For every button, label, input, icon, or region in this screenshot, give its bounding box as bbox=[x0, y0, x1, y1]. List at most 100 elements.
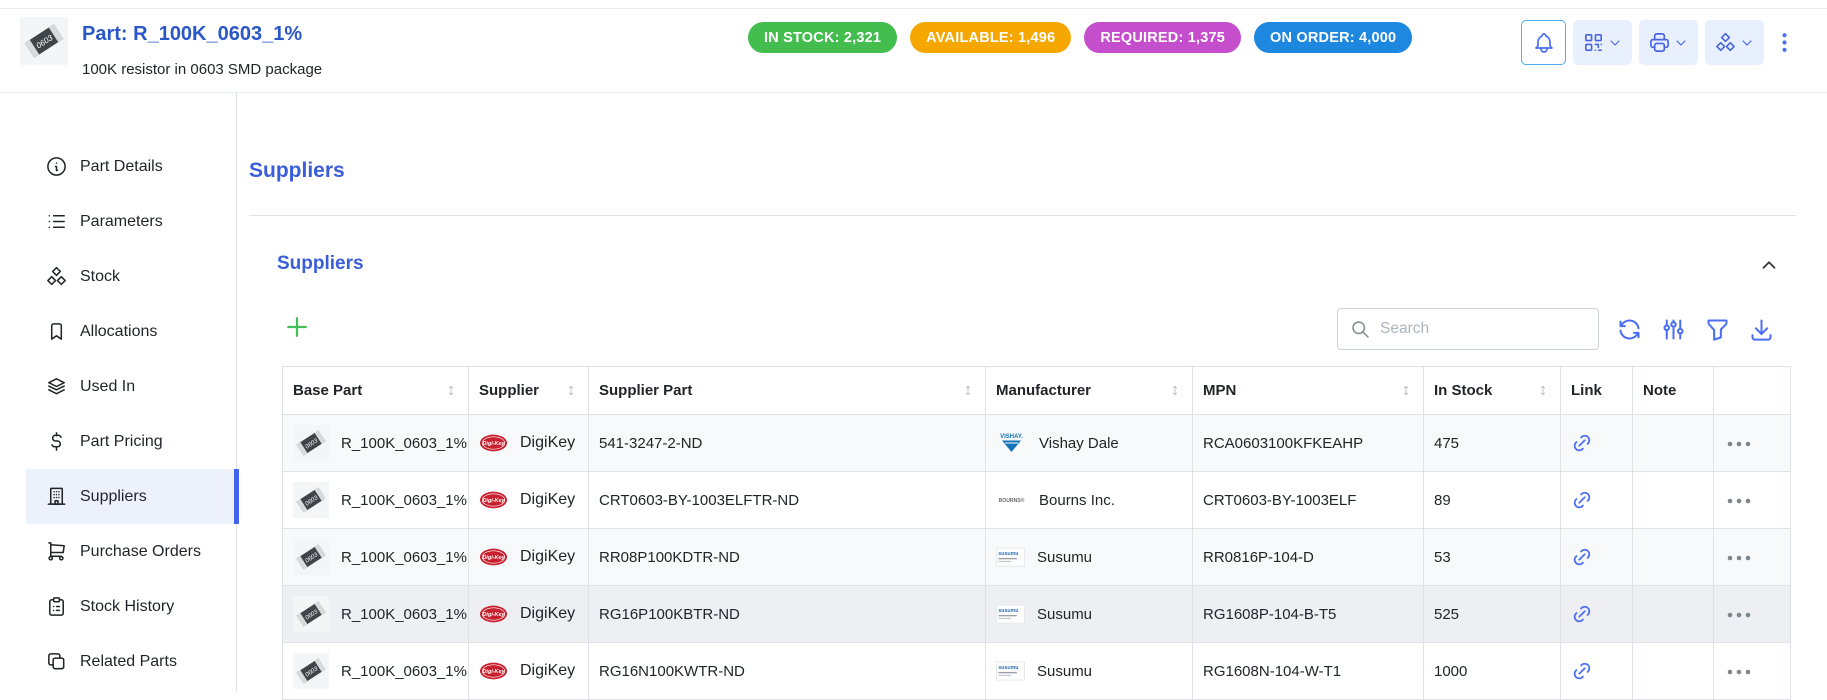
mpn-value: RG1608N-104-W-T1 bbox=[1193, 643, 1424, 700]
supplier-name[interactable]: DigiKey bbox=[520, 491, 575, 509]
manufacturer-name[interactable]: Susumu bbox=[1037, 663, 1092, 680]
external-link-icon[interactable] bbox=[1571, 546, 1593, 568]
barcode-actions-button[interactable] bbox=[1573, 20, 1632, 65]
sort-icon[interactable] bbox=[1399, 383, 1413, 398]
suppliers-panel: Suppliers bbox=[249, 215, 1796, 692]
susumu-logo-icon bbox=[996, 661, 1025, 681]
table-toolbar bbox=[1337, 308, 1775, 350]
print-actions-button[interactable] bbox=[1639, 20, 1698, 65]
manufacturer-name[interactable]: Vishay Dale bbox=[1039, 435, 1119, 452]
stock-actions-button[interactable] bbox=[1705, 20, 1764, 65]
sidebar-item-label: Related Parts bbox=[80, 653, 177, 671]
supplier-name[interactable]: DigiKey bbox=[520, 605, 575, 623]
filter-button[interactable] bbox=[1704, 316, 1731, 343]
part-thumbnail bbox=[293, 653, 329, 689]
part-thumbnail bbox=[293, 425, 329, 461]
column-header-manufacturer[interactable]: Manufacturer bbox=[986, 367, 1193, 415]
column-header-mpn[interactable]: MPN bbox=[1193, 367, 1424, 415]
supplier-parts-table: Base Part Supplier Supplier Part Manufac… bbox=[282, 366, 1791, 700]
manufacturer-name[interactable]: Susumu bbox=[1037, 549, 1092, 566]
sidebar-item-allocations[interactable]: Allocations bbox=[26, 304, 236, 359]
in-stock-value: 525 bbox=[1424, 586, 1561, 643]
part-thumbnail bbox=[293, 596, 329, 632]
table-header-row: Base Part Supplier Supplier Part Manufac… bbox=[283, 367, 1791, 415]
base-part-name[interactable]: R_100K_0603_1% bbox=[341, 663, 467, 680]
add-supplier-part-button[interactable] bbox=[282, 312, 312, 342]
row-actions-button[interactable] bbox=[1724, 666, 1754, 678]
base-part-name[interactable]: R_100K_0603_1% bbox=[341, 435, 467, 452]
row-actions-button[interactable] bbox=[1724, 495, 1754, 507]
collapse-panel-button[interactable] bbox=[1758, 254, 1780, 276]
notifications-button[interactable] bbox=[1521, 20, 1566, 65]
sidebar-item-parameters[interactable]: Parameters bbox=[26, 194, 236, 249]
table-row[interactable]: R_100K_0603_1% DigiKey RG16N100KWTR-ND S… bbox=[283, 643, 1791, 700]
table-row[interactable]: R_100K_0603_1% DigiKey RR08P100KDTR-ND S… bbox=[283, 529, 1791, 586]
sidebar-item-suppliers[interactable]: Suppliers bbox=[26, 469, 236, 524]
sort-icon[interactable] bbox=[1536, 383, 1550, 398]
digikey-logo-icon bbox=[479, 604, 508, 624]
column-header-base-part[interactable]: Base Part bbox=[283, 367, 469, 415]
refresh-button[interactable] bbox=[1616, 316, 1643, 343]
in-stock-value: 1000 bbox=[1424, 643, 1561, 700]
sidebar-item-purchase-orders[interactable]: Purchase Orders bbox=[26, 524, 236, 579]
part-image[interactable] bbox=[20, 17, 68, 65]
column-settings-button[interactable] bbox=[1660, 316, 1687, 343]
base-part-name[interactable]: R_100K_0603_1% bbox=[341, 549, 467, 566]
search-field[interactable] bbox=[1337, 308, 1599, 350]
manufacturer-name[interactable]: Susumu bbox=[1037, 606, 1092, 623]
row-actions-button[interactable] bbox=[1724, 438, 1754, 450]
column-header-in-stock[interactable]: In Stock bbox=[1424, 367, 1561, 415]
list-icon bbox=[45, 210, 68, 233]
sort-icon[interactable] bbox=[961, 383, 975, 398]
external-link-icon[interactable] bbox=[1571, 489, 1593, 511]
base-part-name[interactable]: R_100K_0603_1% bbox=[341, 606, 467, 623]
sidebar-item-used-in[interactable]: Used In bbox=[26, 359, 236, 414]
table-row[interactable]: R_100K_0603_1% DigiKey CRT0603-BY-1003EL… bbox=[283, 472, 1791, 529]
chevron-down-icon bbox=[1739, 35, 1755, 51]
supplier-name[interactable]: DigiKey bbox=[520, 434, 575, 452]
download-button[interactable] bbox=[1748, 316, 1775, 343]
sidebar-item-part-pricing[interactable]: Part Pricing bbox=[26, 414, 236, 469]
chevron-down-icon bbox=[1673, 35, 1689, 51]
row-actions-button[interactable] bbox=[1724, 609, 1754, 621]
more-menu-button[interactable] bbox=[1771, 20, 1797, 65]
refresh-icon bbox=[1616, 316, 1643, 343]
sort-icon[interactable] bbox=[1168, 383, 1182, 398]
manufacturer-name[interactable]: Bourns Inc. bbox=[1039, 492, 1115, 509]
note-cell bbox=[1633, 529, 1714, 586]
external-link-icon[interactable] bbox=[1571, 432, 1593, 454]
sidebar-item-part-details[interactable]: Part Details bbox=[26, 139, 236, 194]
clipboard-icon bbox=[45, 595, 68, 618]
copy-icon bbox=[45, 650, 68, 673]
column-header-supplier-part[interactable]: Supplier Part bbox=[589, 367, 986, 415]
sidebar-item-stock[interactable]: Stock bbox=[26, 249, 236, 304]
supplier-part-number: RG16P100KBTR-ND bbox=[589, 586, 986, 643]
search-icon bbox=[1350, 319, 1371, 340]
sort-icon[interactable] bbox=[564, 383, 578, 398]
base-part-name[interactable]: R_100K_0603_1% bbox=[341, 492, 467, 509]
digikey-logo-icon bbox=[479, 433, 508, 453]
mpn-value: RR0816P-104-D bbox=[1193, 529, 1424, 586]
adjustments-icon bbox=[1660, 316, 1687, 343]
external-link-icon[interactable] bbox=[1571, 660, 1593, 682]
column-header-supplier[interactable]: Supplier bbox=[469, 367, 589, 415]
search-input[interactable] bbox=[1380, 320, 1586, 338]
part-header: Part: R_100K_0603_1% 100K resistor in 06… bbox=[0, 9, 1827, 93]
external-link-icon[interactable] bbox=[1571, 603, 1593, 625]
sidebar-item-label: Allocations bbox=[80, 323, 157, 341]
row-actions-button[interactable] bbox=[1724, 552, 1754, 564]
sidebar-item-related-parts[interactable]: Related Parts bbox=[26, 634, 236, 689]
table-row[interactable]: R_100K_0603_1% DigiKey RG16P100KBTR-ND S… bbox=[283, 586, 1791, 643]
printer-icon bbox=[1648, 31, 1671, 54]
supplier-name[interactable]: DigiKey bbox=[520, 662, 575, 680]
sort-icon[interactable] bbox=[444, 383, 458, 398]
on-order-badge: ON ORDER: 4,000 bbox=[1254, 22, 1412, 53]
part-thumbnail bbox=[293, 539, 329, 575]
page-part-title: Part: R_100K_0603_1% bbox=[82, 23, 302, 46]
sidebar-item-stock-history[interactable]: Stock History bbox=[26, 579, 236, 634]
stack-icon bbox=[45, 375, 68, 398]
available-badge: AVAILABLE: 1,496 bbox=[910, 22, 1071, 53]
table-row[interactable]: R_100K_0603_1% DigiKey 541-3247-2-ND Vis… bbox=[283, 415, 1791, 472]
supplier-name[interactable]: DigiKey bbox=[520, 548, 575, 566]
bookmark-icon bbox=[45, 320, 68, 343]
